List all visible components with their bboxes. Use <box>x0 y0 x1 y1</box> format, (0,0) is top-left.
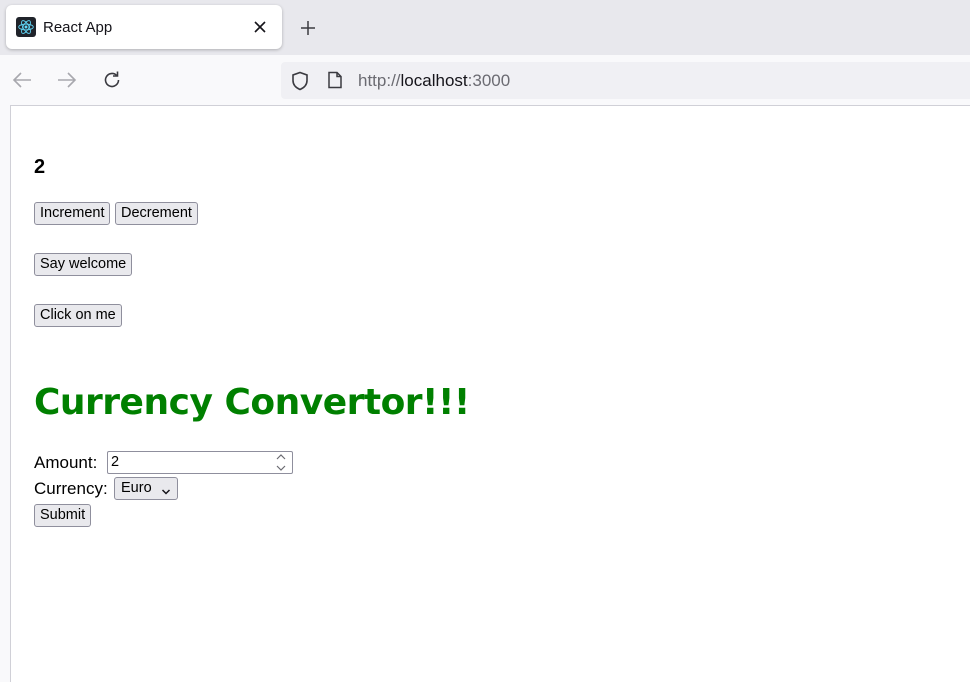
react-logo-icon <box>16 17 36 37</box>
page-icon[interactable] <box>327 71 343 93</box>
tab-strip: React App <box>0 0 970 55</box>
url-port: :3000 <box>467 71 511 90</box>
shield-icon[interactable] <box>291 71 309 95</box>
navigation-bar: http://localhost:3000 <box>0 55 970 105</box>
url-host: localhost <box>400 71 468 90</box>
number-spinner[interactable] <box>275 453 287 472</box>
say-welcome-button[interactable]: Say welcome <box>34 253 133 276</box>
plus-icon[interactable] <box>296 16 320 40</box>
reload-icon[interactable] <box>100 68 124 92</box>
currency-select[interactable]: Euro <box>114 477 178 500</box>
amount-input[interactable]: 2 <box>107 451 293 474</box>
currency-convertor-heading: Currency Convertor!!! <box>34 382 470 423</box>
spinner-up-icon <box>276 454 286 460</box>
page-content: 2 Increment Decrement Say welcome Click … <box>10 105 970 682</box>
chevron-down-icon <box>161 483 171 504</box>
increment-button[interactable]: Increment <box>34 202 111 225</box>
currency-label: Currency: <box>34 479 108 498</box>
counter-value: 2 <box>34 156 46 178</box>
url-text[interactable]: http://localhost:3000 <box>358 71 510 91</box>
click-on-me-button[interactable]: Click on me <box>34 304 122 327</box>
tab-react-app[interactable]: React App <box>6 5 282 49</box>
tab-title: React App <box>43 18 113 36</box>
amount-label: Amount: <box>34 453 98 472</box>
url-scheme: http:// <box>358 71 401 90</box>
close-icon[interactable] <box>250 17 270 37</box>
amount-input-value: 2 <box>111 454 120 470</box>
decrement-button[interactable]: Decrement <box>115 202 198 225</box>
spinner-down-icon <box>276 465 286 471</box>
url-bar[interactable]: http://localhost:3000 <box>281 62 970 99</box>
back-arrow-icon[interactable] <box>10 68 34 92</box>
submit-button[interactable]: Submit <box>34 504 92 527</box>
currency-selected-value: Euro <box>121 480 152 496</box>
forward-arrow-icon[interactable] <box>55 68 79 92</box>
